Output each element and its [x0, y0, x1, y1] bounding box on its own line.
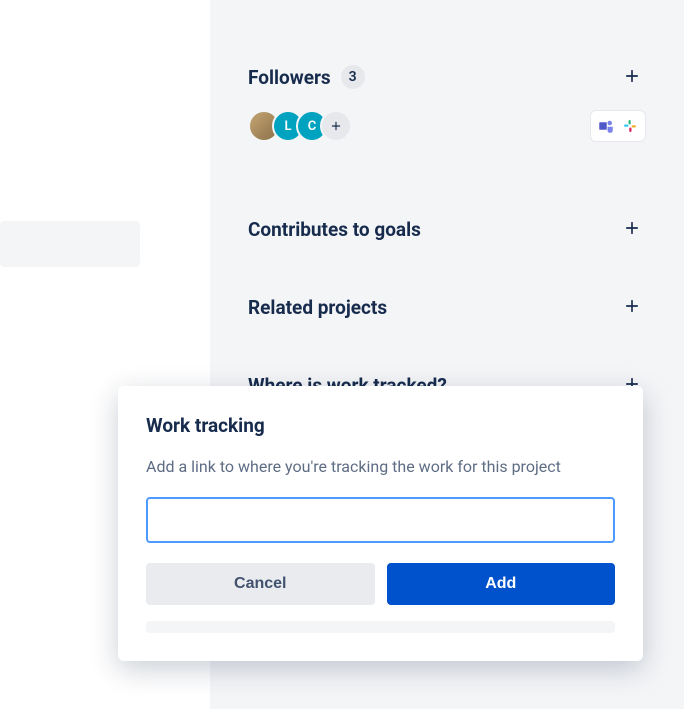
related-header: Related projects: [248, 290, 646, 324]
goals-title: Contributes to goals: [248, 218, 421, 241]
add-related-project-button[interactable]: [618, 290, 646, 324]
add-button[interactable]: Add: [387, 563, 616, 605]
plus-icon: [329, 119, 343, 133]
avatar-initial: C: [308, 119, 317, 134]
plus-icon: [622, 218, 642, 238]
popup-actions: Cancel Add: [146, 563, 615, 605]
slack-icon[interactable]: [619, 115, 641, 137]
followers-section: Followers 3 L C: [248, 60, 646, 142]
sidebar-stub: [0, 221, 140, 267]
teams-icon-svg: [597, 117, 615, 135]
goals-header: Contributes to goals: [248, 212, 646, 246]
avatar-initial: L: [284, 119, 291, 134]
popup-title: Work tracking: [146, 414, 615, 437]
popup-stub: [146, 621, 615, 633]
popup-description: Add a link to where you're tracking the …: [146, 455, 615, 479]
add-follower-button[interactable]: [618, 60, 646, 94]
followers-title-wrap: Followers 3: [248, 65, 365, 89]
related-projects-section: Related projects: [248, 290, 646, 324]
followers-title: Followers: [248, 66, 331, 89]
add-avatar-button[interactable]: [320, 110, 352, 142]
followers-avatar-row: L C: [248, 110, 646, 142]
integrations: [590, 110, 646, 142]
teams-icon[interactable]: [595, 115, 617, 137]
work-tracking-link-input[interactable]: [146, 497, 615, 543]
followers-count-badge: 3: [341, 65, 365, 89]
cancel-button[interactable]: Cancel: [146, 563, 375, 605]
plus-icon: [622, 296, 642, 316]
followers-avatars: L C: [248, 110, 352, 142]
work-tracking-popup: Work tracking Add a link to where you're…: [118, 386, 643, 661]
goals-section: Contributes to goals: [248, 212, 646, 246]
followers-header: Followers 3: [248, 60, 646, 94]
slack-icon-svg: [621, 117, 639, 135]
plus-icon: [622, 66, 642, 86]
add-goal-button[interactable]: [618, 212, 646, 246]
related-title: Related projects: [248, 296, 387, 319]
